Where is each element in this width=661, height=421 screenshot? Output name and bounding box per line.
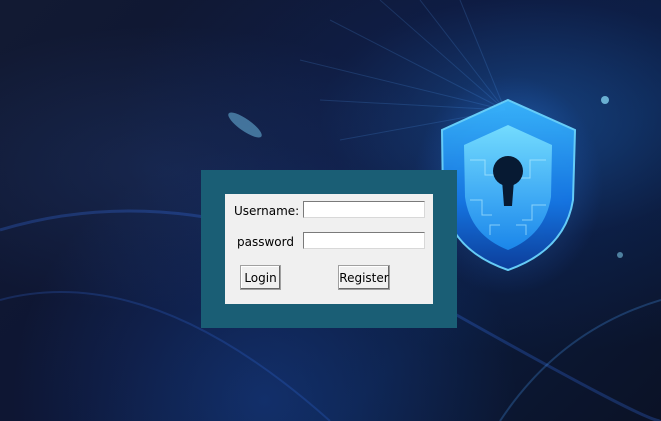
login-button[interactable]: Login [240, 265, 281, 290]
password-input[interactable] [303, 232, 425, 249]
login-form: Username: password Login Register [225, 194, 433, 304]
register-button[interactable]: Register [338, 265, 390, 290]
username-label: Username: [234, 204, 300, 218]
login-panel: Username: password Login Register [201, 170, 457, 328]
password-label: password [237, 235, 294, 249]
username-input[interactable] [303, 201, 425, 218]
login-window: Username: password Login Register [0, 0, 661, 421]
